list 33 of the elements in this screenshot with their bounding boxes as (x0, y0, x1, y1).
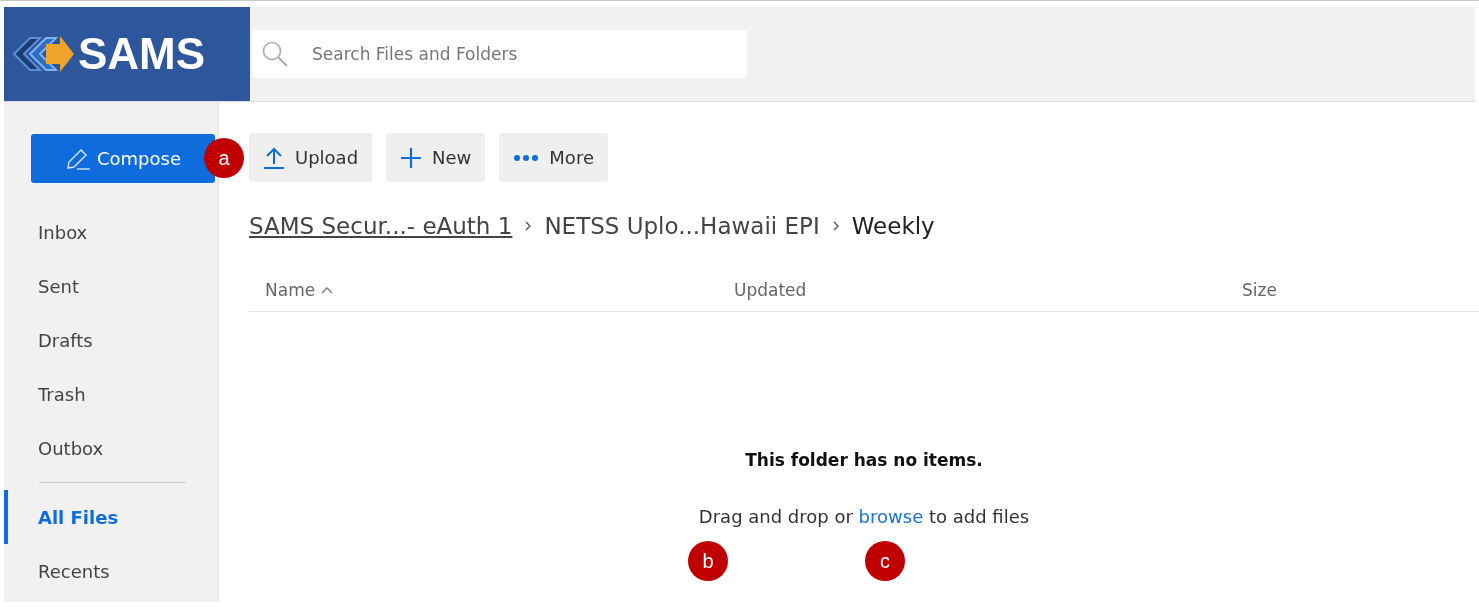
column-header[interactable]: Size (1242, 280, 1277, 300)
sidebar-item[interactable]: Inbox (4, 205, 218, 259)
sidebar-item[interactable]: All Files (4, 490, 218, 544)
more-button[interactable]: More (499, 133, 608, 182)
empty-folder-title: This folder has no items. (745, 450, 983, 470)
empty-folder-hint: Drag and drop or browse to add files (698, 506, 1030, 527)
more-icon (513, 153, 540, 162)
search-bar[interactable]: Search Files and Folders (252, 30, 747, 78)
search-input[interactable]: Search Files and Folders (310, 43, 747, 65)
chevron-right-icon (524, 220, 533, 232)
annotation-marker: b (688, 541, 728, 581)
column-header[interactable]: Name (265, 280, 734, 300)
upload-icon (263, 145, 285, 170)
browse-link[interactable]: browse (858, 506, 924, 527)
annotation-marker: c (865, 541, 905, 581)
chevron-right-icon (831, 220, 840, 232)
current-folder-label: Weekly (851, 213, 935, 239)
breadcrumb-item[interactable]: NETSS Uplo...Hawaii EPI (544, 213, 820, 239)
search-icon (260, 39, 290, 69)
annotation-marker: a (204, 138, 244, 178)
upload-button[interactable]: Upload (249, 133, 373, 182)
logo-text: SAMS (78, 29, 206, 79)
compose-button[interactable]: Compose (31, 134, 215, 183)
breadcrumb-item[interactable]: SAMS Secur...- eAuth 1 (249, 213, 513, 239)
pencil-icon (65, 146, 91, 171)
sidebar-item[interactable]: Recents (4, 544, 218, 598)
new-button[interactable]: New (386, 133, 486, 182)
column-header[interactable]: Updated (734, 280, 1242, 300)
sidebar-item[interactable]: Sent (4, 259, 218, 313)
sidebar-item[interactable]: Trash (4, 367, 218, 421)
plus-icon (400, 146, 423, 169)
sidebar-item[interactable]: Outbox (4, 421, 218, 475)
sidebar-item[interactable]: Drafts (4, 313, 218, 367)
